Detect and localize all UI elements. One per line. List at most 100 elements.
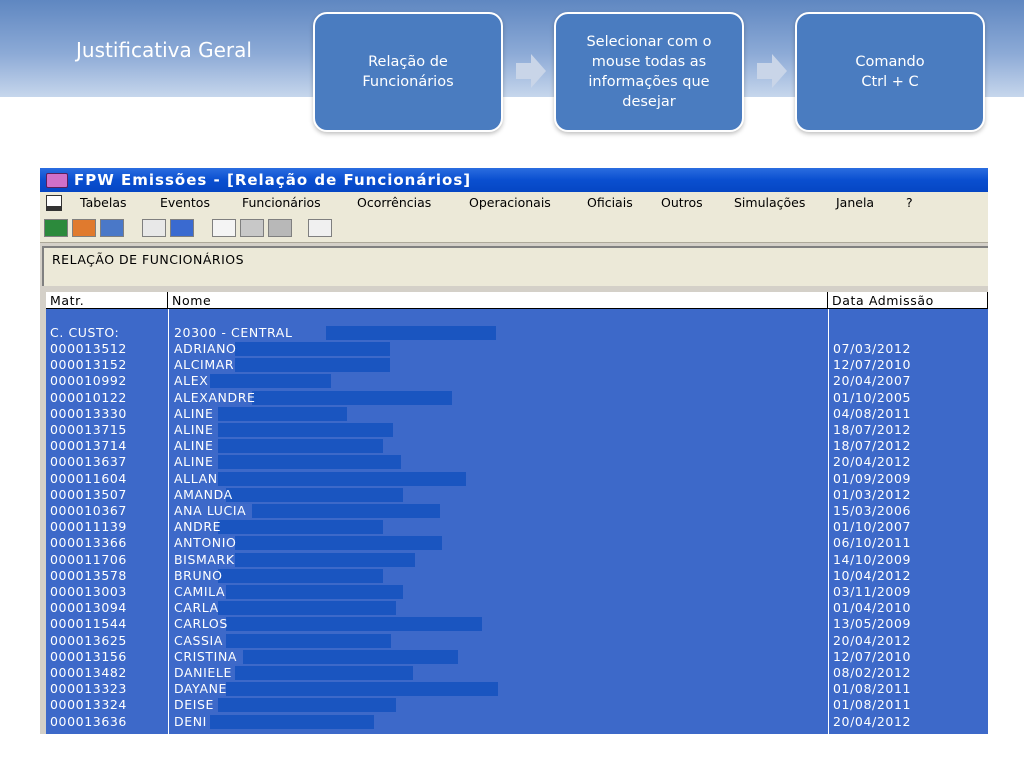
step-box-relacao: Relação de Funcionários: [313, 12, 503, 132]
cell-matr: 000013625: [50, 632, 127, 648]
people-icon[interactable]: [170, 219, 194, 237]
table-row[interactable]: 000013636 DENI 20/04/2012: [46, 714, 988, 730]
arrow-right-icon: [516, 54, 546, 88]
redaction-mark: [209, 374, 331, 389]
column-header-data-admissao[interactable]: Data Admissão: [828, 292, 988, 309]
menu-outros[interactable]: Outros: [661, 195, 703, 210]
cell-data-admissao: 01/09/2009: [833, 470, 912, 486]
cell-nome: ALLAN: [174, 470, 218, 486]
cell-matr: 000011604: [50, 470, 127, 486]
menu-eventos[interactable]: Eventos: [160, 195, 210, 210]
folder-icon[interactable]: [72, 219, 96, 237]
cell-nome: CRISTINA: [174, 648, 238, 664]
cell-data-admissao: 01/03/2012: [833, 486, 912, 502]
cell-data-admissao: 12/07/2010: [833, 648, 912, 664]
redaction-mark: [226, 617, 483, 632]
window-title: FPW Emissões - [Relação de Funcionários]: [74, 171, 472, 189]
menu-ocorrencias[interactable]: Ocorrências: [357, 195, 431, 210]
home-icon[interactable]: [308, 219, 332, 237]
table-row[interactable]: 000013156 CRISTINA 12/07/2010: [46, 649, 988, 665]
table-row[interactable]: 000013003 CAMILA 03/11/2009: [46, 584, 988, 600]
employee-grid[interactable]: Matr. Nome Data Admissão C. CUSTO: 20300…: [46, 292, 988, 734]
cell-matr: 000013507: [50, 486, 127, 502]
table-row[interactable]: 000013323 DAYANE 01/08/2011: [46, 681, 988, 697]
cost-center-row[interactable]: C. CUSTO: 20300 - CENTRAL: [46, 325, 988, 341]
calculator-icon[interactable]: [240, 219, 264, 237]
table-row[interactable]: 000013715 ALINE 18/07/2012: [46, 422, 988, 438]
cell-data-admissao: 08/02/2012: [833, 665, 912, 680]
table-row[interactable]: 000013324 DEISE 01/08/2011: [46, 697, 988, 713]
redaction-mark: [209, 714, 374, 729]
column-header-matr[interactable]: Matr.: [46, 292, 168, 309]
cell-matr: 000013330: [50, 405, 127, 421]
cell-data-admissao: 15/03/2006: [833, 503, 912, 518]
cell-nome: CASSIA: [174, 632, 223, 648]
redaction-mark: [218, 601, 396, 616]
cell-matr: 000013094: [50, 600, 127, 616]
cell-matr: 000011544: [50, 616, 127, 632]
redaction-mark: [234, 552, 415, 567]
chart-icon[interactable]: [142, 219, 166, 237]
table-row[interactable]: 000013482 DANIELE 08/02/2012: [46, 665, 988, 681]
menu-simulacoes[interactable]: Simulações: [734, 195, 805, 210]
table-row[interactable]: 000011604 ALLAN 01/09/2009: [46, 471, 988, 487]
cell-nome: ALINE: [174, 405, 214, 421]
redaction-mark: [326, 326, 496, 340]
table-row[interactable]: 000013330 ALINE 04/08/2011: [46, 406, 988, 422]
table-row[interactable]: 000013366 ANTONIO 06/10/2011: [46, 535, 988, 551]
cell-matr: 000010122: [50, 389, 127, 405]
cell-nome: CARLOS: [174, 616, 228, 632]
menu-help[interactable]: ?: [906, 195, 913, 210]
slide-title: Justificativa Geral: [76, 38, 252, 62]
cell-data-admissao: 18/07/2012: [833, 422, 912, 437]
table-row[interactable]: 000010367 ANA LUCIA 15/03/2006: [46, 503, 988, 519]
cell-nome: DENI: [174, 713, 207, 729]
cell-matr: 000013715: [50, 422, 127, 437]
cell-data-admissao: 01/08/2011: [833, 697, 912, 713]
redaction-mark: [243, 649, 459, 664]
menu-janela[interactable]: Janela: [836, 195, 874, 210]
table-row[interactable]: 000013152 ALCIMAR 12/07/2010: [46, 357, 988, 373]
cell-nome: ALCIMAR: [174, 357, 235, 373]
table-row[interactable]: 000013512 ADRIANO 07/03/2012: [46, 341, 988, 357]
table-row[interactable]: 000013578 BRUNO 10/04/2012: [46, 568, 988, 584]
report-title: RELAÇÃO DE FUNCIONÁRIOS: [52, 252, 245, 267]
cell-data-admissao: 14/10/2009: [833, 551, 912, 567]
table-row[interactable]: 000013714 ALINE 18/07/2012: [46, 438, 988, 454]
app-window: FPW Emissões - [Relação de Funcionários]…: [40, 168, 988, 734]
cell-nome: DEISE: [174, 697, 215, 713]
column-header-nome[interactable]: Nome: [168, 292, 828, 309]
cell-nome: DANIELE: [174, 665, 232, 680]
menu-oficiais[interactable]: Oficiais: [587, 195, 633, 210]
app-icon: [46, 173, 68, 188]
redaction-mark: [234, 666, 413, 680]
cell-nome: ALEXANDRE: [174, 389, 256, 405]
table-row[interactable]: 000011139 ANDRE 01/10/2007: [46, 519, 988, 535]
table-row[interactable]: 000010992 ALEX 20/04/2007: [46, 373, 988, 389]
table-row[interactable]: 000013507 AMANDA 01/03/2012: [46, 487, 988, 503]
cell-nome: CAMILA: [174, 584, 226, 599]
menu-funcionarios[interactable]: Funcionários: [242, 195, 321, 210]
menu-tabelas[interactable]: Tabelas: [80, 195, 127, 210]
cell-data-admissao: 10/04/2012: [833, 567, 912, 583]
table-row[interactable]: 000010122 ALEXANDRE 01/10/2005: [46, 390, 988, 406]
report-icon[interactable]: [212, 219, 236, 237]
cell-nome: ALINE: [174, 422, 214, 437]
table-row[interactable]: 000011544 CARLOS 13/05/2009: [46, 616, 988, 632]
cell-nome: BISMARK: [174, 551, 235, 567]
redaction-mark: [218, 439, 383, 454]
cell-data-admissao: 07/03/2012: [833, 341, 912, 356]
cell-matr: 000013366: [50, 535, 127, 551]
cell-nome: CARLA: [174, 600, 219, 616]
window-icon[interactable]: [100, 219, 124, 237]
document-icon[interactable]: [46, 195, 62, 211]
table-row[interactable]: 000011706 BISMARK 14/10/2009: [46, 552, 988, 568]
employees-icon[interactable]: [44, 219, 68, 237]
window-titlebar[interactable]: FPW Emissões - [Relação de Funcionários]: [40, 168, 988, 192]
table-row[interactable]: 000013637 ALINE 20/04/2012: [46, 454, 988, 470]
table-row[interactable]: 000013094 CARLA 01/04/2010: [46, 600, 988, 616]
table-row[interactable]: 000013625 CASSIA 20/04/2012: [46, 633, 988, 649]
redaction-mark: [218, 471, 466, 486]
toolbar: [40, 214, 988, 243]
menu-operacionais[interactable]: Operacionais: [469, 195, 551, 210]
